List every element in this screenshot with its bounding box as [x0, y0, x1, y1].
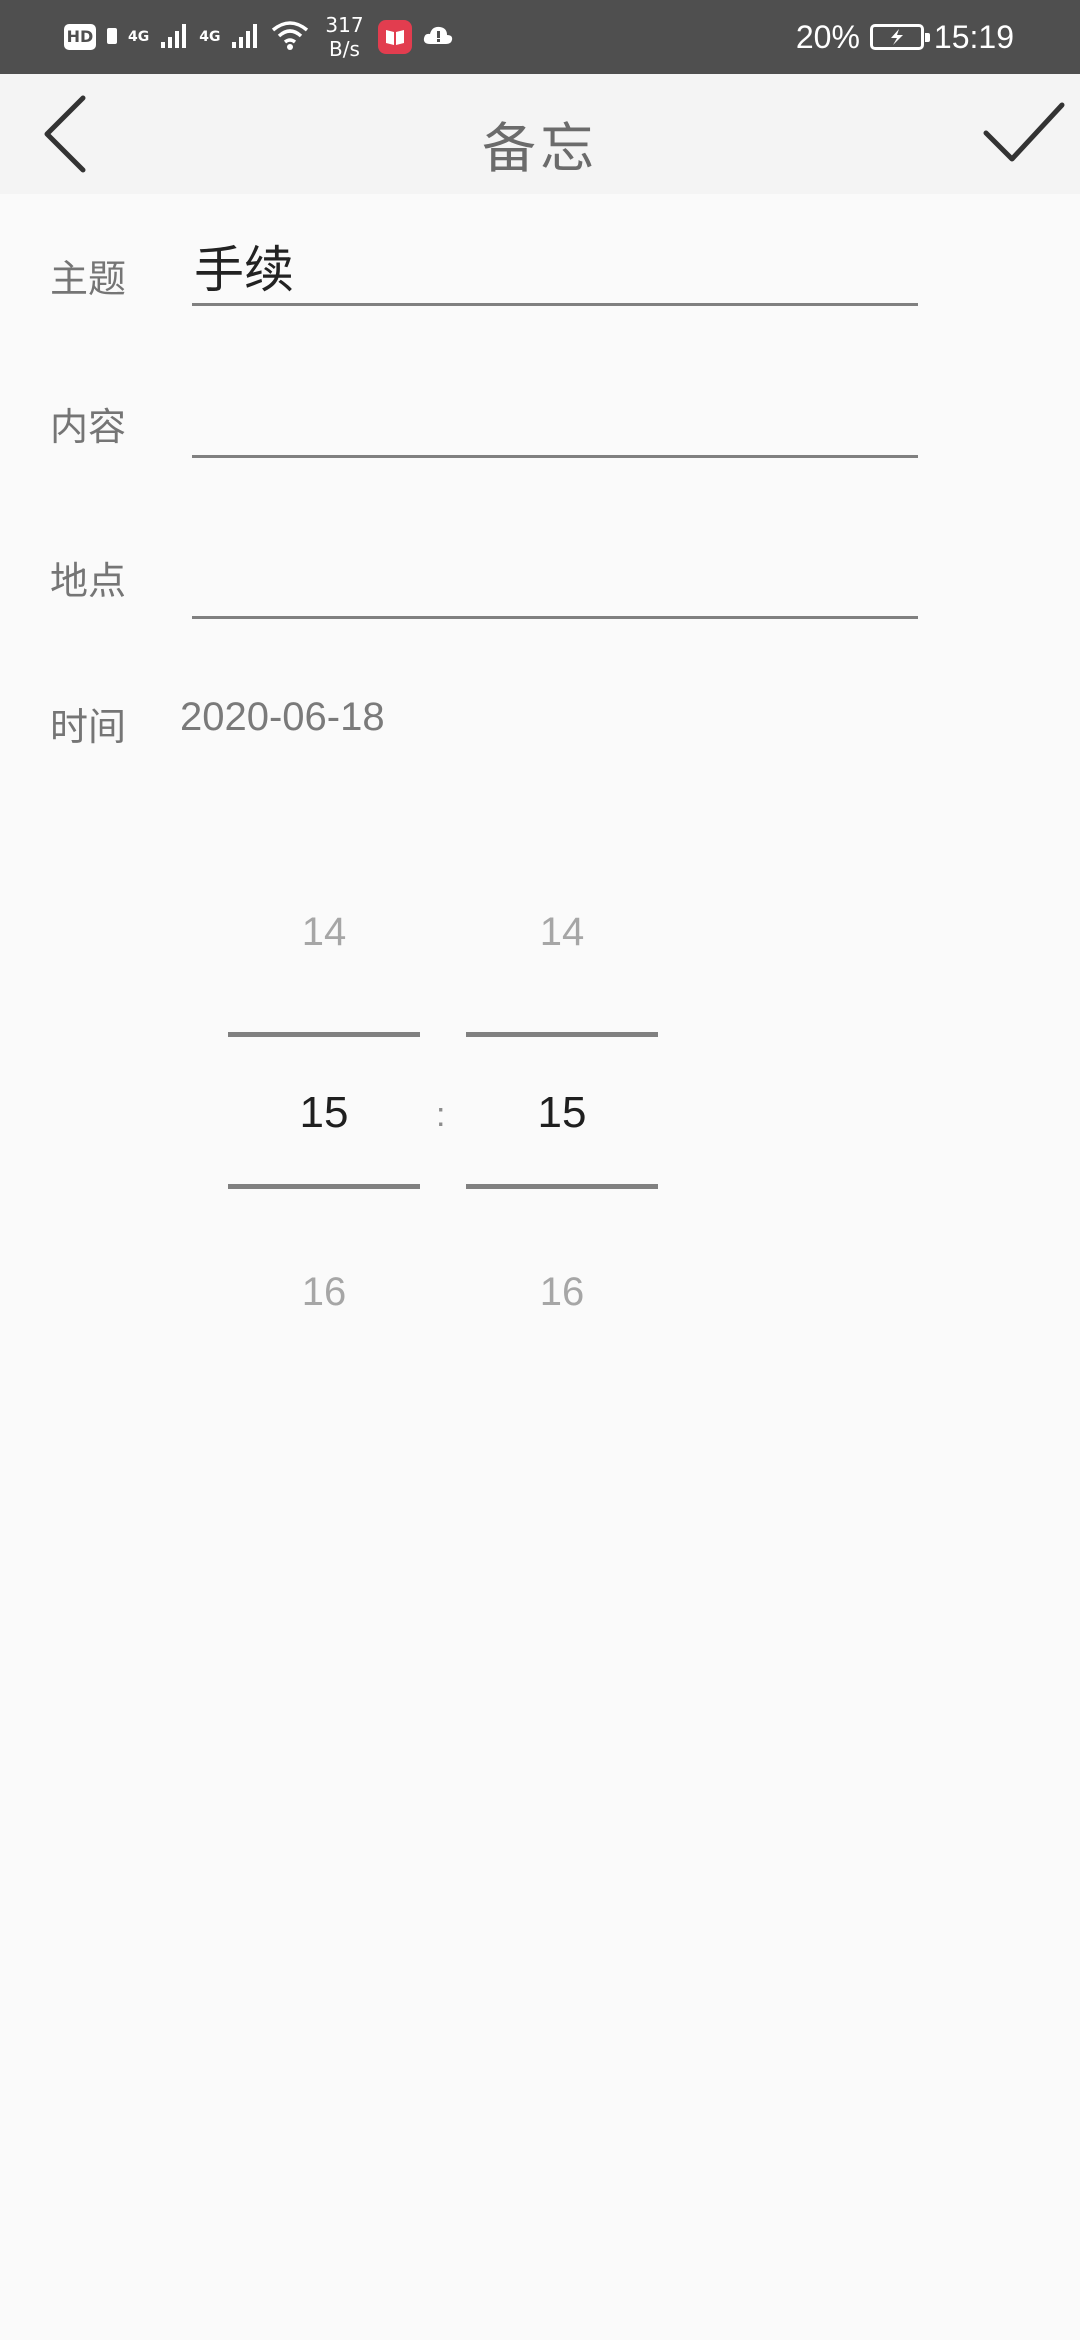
memo-screen: HD 4G 4G 317 B/s 20% 15:19 备忘 主题 手续 内容 地…	[0, 0, 1080, 2340]
battery-percent: 20%	[795, 18, 860, 55]
signal-1-label: 4G	[128, 29, 150, 45]
check-icon	[983, 102, 1065, 162]
date-value[interactable]: 2020-06-18	[180, 695, 385, 740]
signal-1-icon	[159, 20, 189, 54]
minute-divider-top	[466, 1032, 658, 1037]
minute-picker[interactable]: 14 15 16	[466, 880, 658, 1340]
signal-2-icon	[230, 20, 260, 54]
location-label: 地点	[50, 559, 127, 603]
battery-charging-icon	[869, 24, 930, 50]
hour-next[interactable]: 16	[228, 1270, 420, 1315]
status-bar: HD 4G 4G 317 B/s 20% 15:19	[0, 0, 1080, 74]
signal-2-label: 4G	[199, 29, 221, 45]
content-input[interactable]	[192, 386, 918, 458]
clock: 15:19	[933, 18, 1014, 55]
subject-input[interactable]: 手续	[192, 234, 918, 306]
time-label: 时间	[50, 705, 127, 749]
subject-label: 主题	[50, 257, 127, 301]
wifi-icon	[270, 19, 310, 55]
net-speed-value: 317	[325, 13, 364, 37]
location-input[interactable]	[192, 547, 918, 619]
status-left: HD 4G 4G 317 B/s	[64, 0, 454, 74]
page-title: 备忘	[482, 117, 598, 180]
status-right: 20% 15:19	[796, 0, 1014, 74]
minute-selected[interactable]: 15	[466, 1088, 658, 1138]
minute-next[interactable]: 16	[466, 1270, 658, 1315]
hour-divider-bottom	[228, 1184, 420, 1189]
hour-prev[interactable]: 14	[228, 910, 420, 955]
hour-picker[interactable]: 14 15 16	[228, 880, 420, 1340]
sim-icon	[106, 24, 118, 50]
content-label: 内容	[50, 405, 127, 449]
hd-icon: HD	[64, 24, 96, 50]
time-separator: :	[436, 1096, 446, 1134]
hour-selected[interactable]: 15	[228, 1088, 420, 1138]
book-app-icon	[378, 20, 413, 54]
cloud-alert-icon	[422, 23, 454, 51]
confirm-button[interactable]	[974, 84, 1074, 184]
hour-divider-top	[228, 1032, 420, 1037]
minute-prev[interactable]: 14	[466, 910, 658, 955]
net-speed-unit: B/s	[329, 37, 360, 61]
minute-divider-bottom	[466, 1184, 658, 1189]
app-bar: 备忘	[0, 74, 1080, 194]
net-speed: 317 B/s	[320, 13, 368, 61]
